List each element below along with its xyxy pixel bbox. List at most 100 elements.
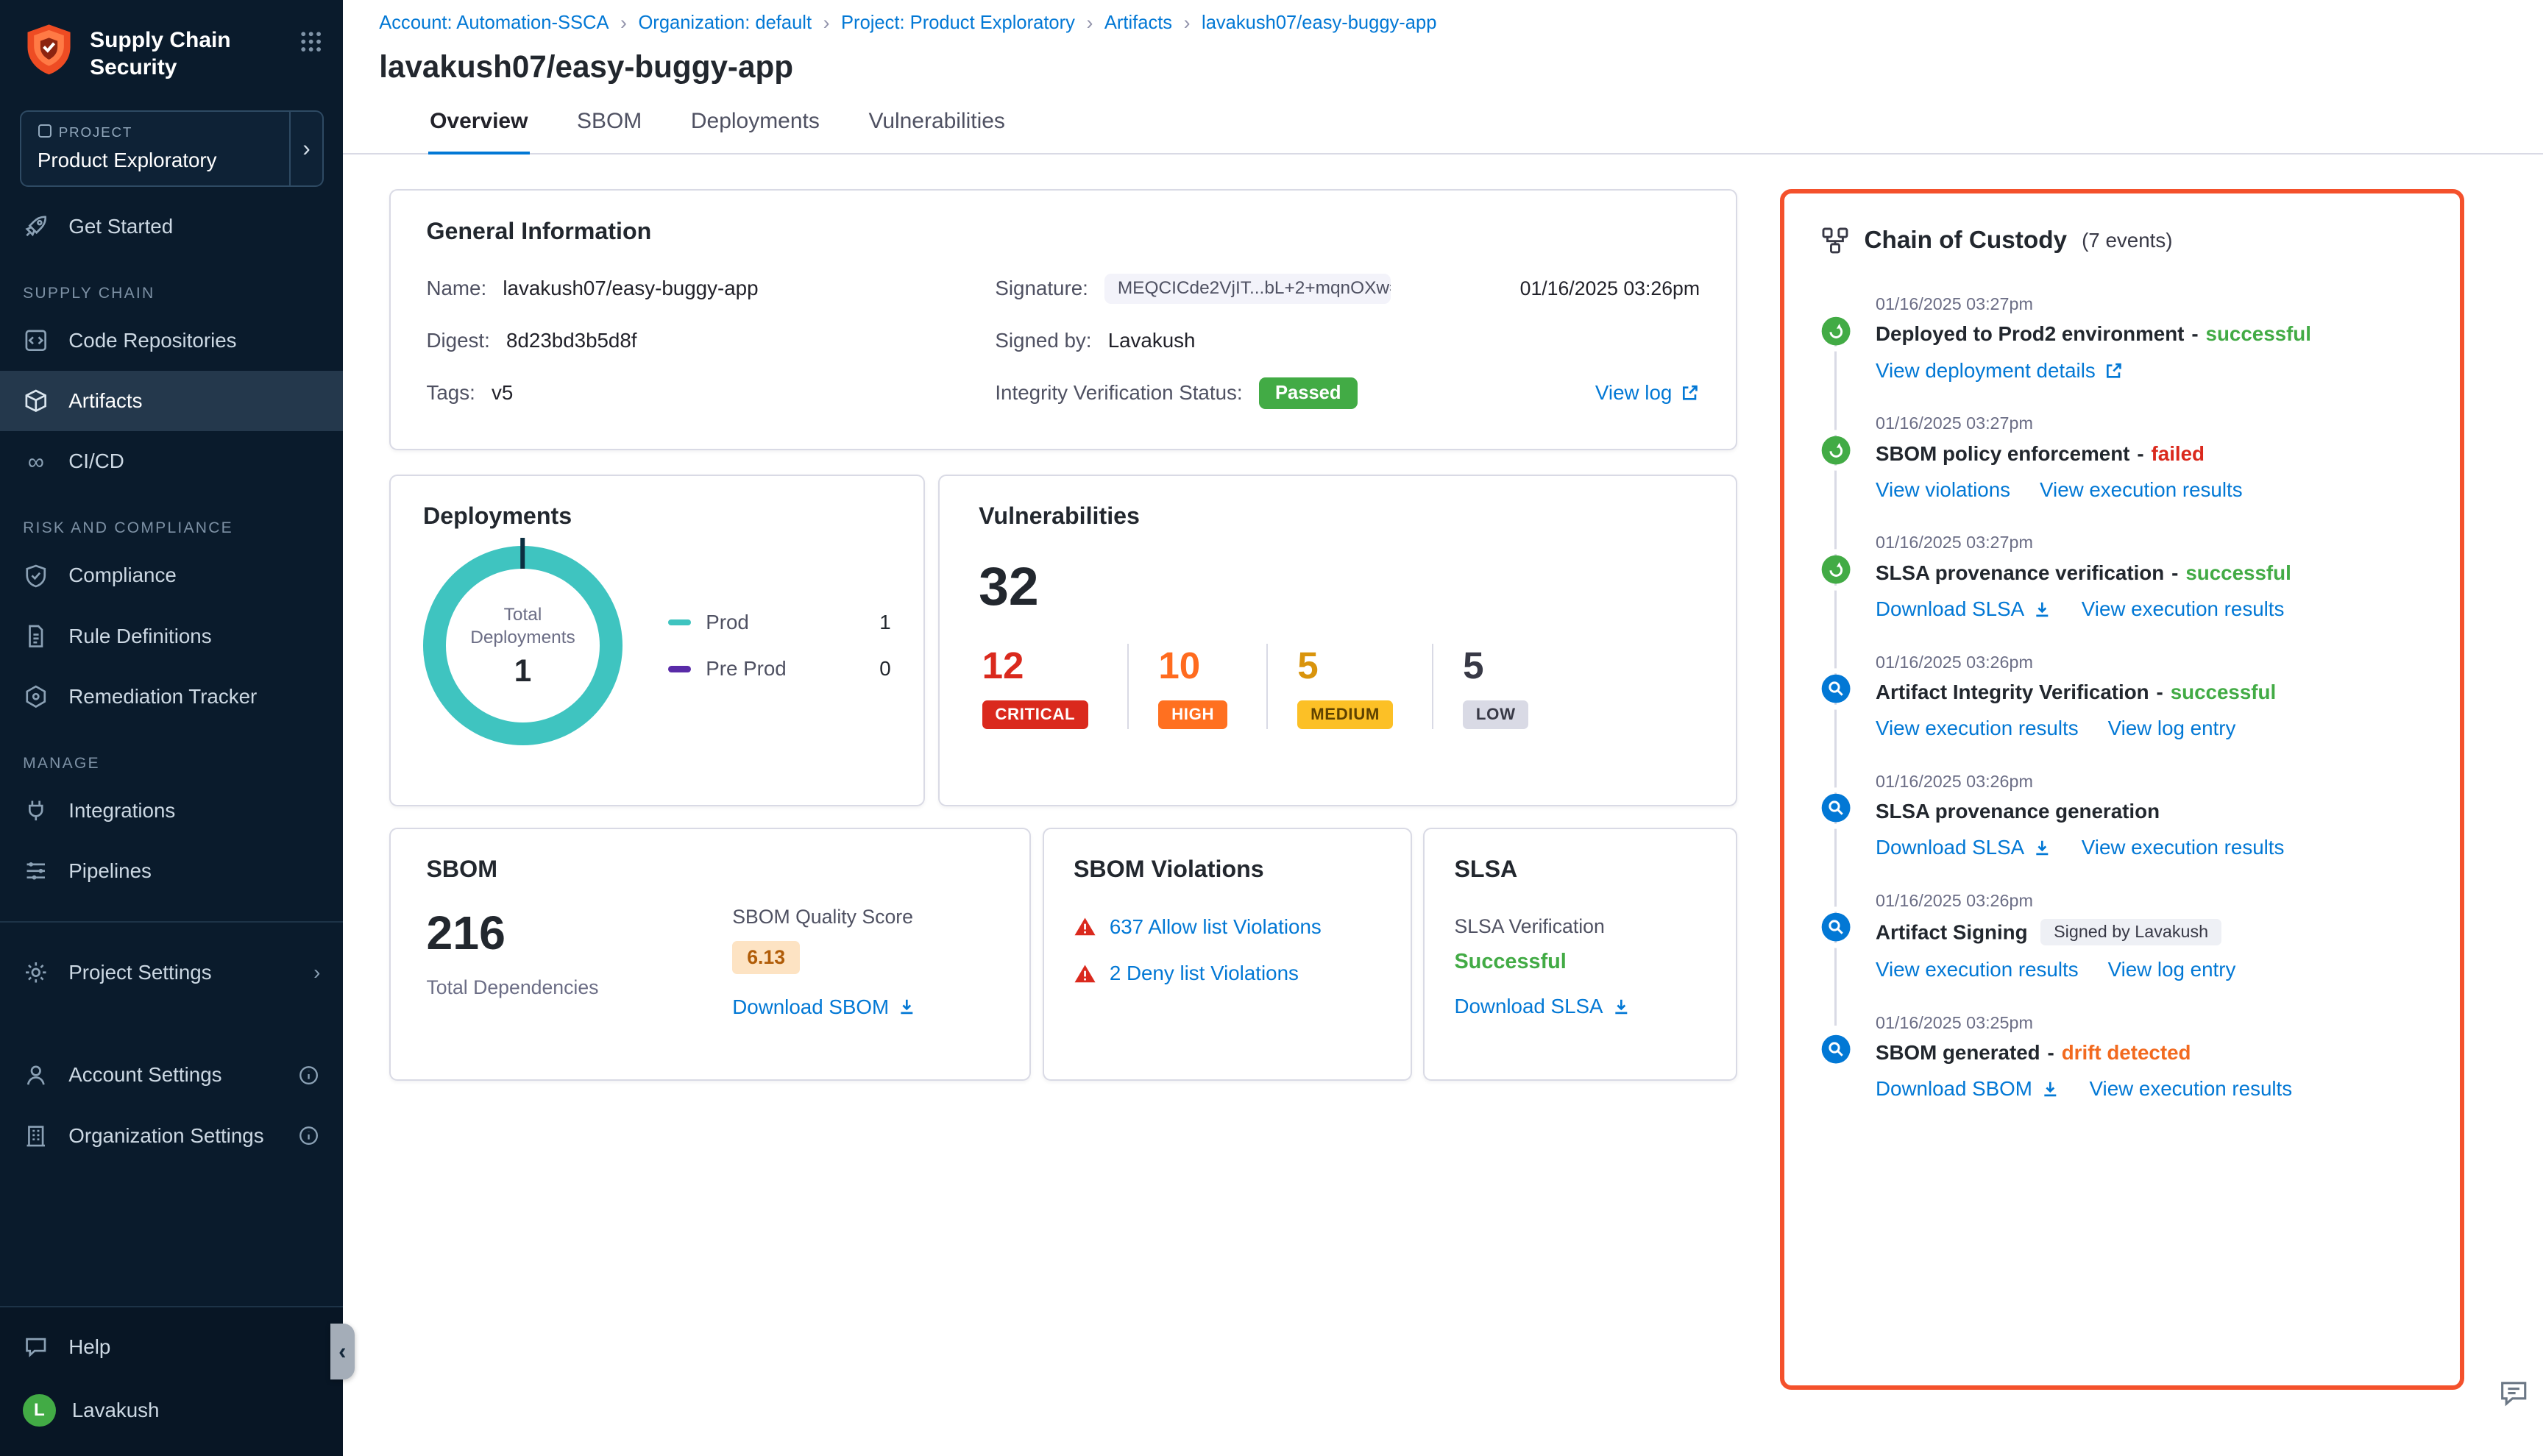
sidebar-item-label: Organization Settings (68, 1124, 263, 1148)
medium-badge: MEDIUM (1297, 700, 1393, 729)
event-title: SLSA provenance generation (1876, 800, 2160, 823)
event-separator: - (2151, 681, 2169, 703)
app-title: Supply Chain Security (90, 23, 284, 81)
sidebar-item-label: Artifacts (68, 389, 142, 413)
view-execution-results-link[interactable]: View execution results (2090, 1077, 2293, 1101)
download-slsa-link[interactable]: Download SLSA (1454, 995, 1631, 1018)
tab-deployments[interactable]: Deployments (689, 109, 821, 153)
section-risk-compliance: RISK AND COMPLIANCE (23, 519, 320, 537)
view-log-entry-link[interactable]: View log entry (2108, 958, 2236, 981)
sidebar-item-project-settings[interactable]: Project Settings › (0, 942, 343, 1003)
feedback-chat-icon[interactable] (2497, 1377, 2530, 1410)
breadcrumb-organization[interactable]: Organization: default (638, 13, 812, 34)
event-title: SBOM generated (1876, 1041, 2040, 1064)
account-person-icon (23, 1062, 49, 1089)
event-timestamp: 01/16/2025 03:27pm (1876, 533, 2424, 553)
breadcrumb-current-artifact[interactable]: lavakush07/easy-buggy-app (1202, 13, 1436, 34)
user-avatar: L (23, 1394, 55, 1427)
section-manage: MANAGE (23, 755, 320, 773)
signature-value-chip[interactable]: MEQCICde2VjIT...bL+2+mqnOXw== (1104, 274, 1391, 304)
sidebar-item-code-repositories[interactable]: Code Repositories (0, 310, 343, 371)
link-label: Download SLSA (1876, 836, 2024, 859)
gear-icon (23, 959, 49, 986)
sidebar-item-remediation-tracker[interactable]: Remediation Tracker (0, 667, 343, 727)
sidebar-item-organization-settings[interactable]: Organization Settings (0, 1106, 343, 1166)
sidebar-item-integrations[interactable]: Integrations (0, 781, 343, 841)
critical-badge: CRITICAL (982, 700, 1088, 729)
tab-bar: Overview SBOM Deployments Vulnerabilitie… (343, 109, 2542, 155)
view-execution-results-link[interactable]: View execution results (1876, 958, 2079, 981)
tab-vulnerabilities[interactable]: Vulnerabilities (867, 109, 1007, 153)
link-label: Download SBOM (1876, 1077, 2032, 1101)
breadcrumb-separator: › (1086, 12, 1093, 35)
view-execution-results-link[interactable]: View execution results (2040, 478, 2243, 502)
app-logo-shield-icon[interactable] (23, 23, 75, 79)
download-sbom-label: Download SBOM (732, 995, 889, 1019)
custody-event-deployed: 01/16/2025 03:27pm Deployed to Prod2 env… (1820, 294, 2425, 383)
slsa-title: SLSA (1454, 856, 1706, 883)
low-badge: LOW (1463, 700, 1528, 729)
view-execution-results-link[interactable]: View execution results (2082, 597, 2285, 621)
pipeline-stage-icon (1820, 435, 1851, 466)
info-circle-icon[interactable] (297, 1064, 320, 1087)
event-separator: - (2132, 442, 2150, 465)
page-title: lavakush07/easy-buggy-app (343, 35, 2542, 85)
view-execution-results-link[interactable]: View execution results (1876, 717, 2079, 740)
sbom-total-label: Total Dependencies (426, 976, 598, 999)
download-slsa-link[interactable]: Download SLSA (1876, 597, 2052, 621)
allow-list-violations-link[interactable]: 637 Allow list Violations (1110, 915, 1322, 939)
general-information-title: General Information (426, 218, 1700, 245)
sidebar-item-cicd[interactable]: ∞ CI/CD (0, 431, 343, 491)
scan-activity-icon (1820, 1034, 1851, 1065)
sidebar-item-rule-definitions[interactable]: Rule Definitions (0, 606, 343, 666)
user-menu[interactable]: L Lavakush (0, 1377, 343, 1443)
sidebar-item-artifacts[interactable]: Artifacts (0, 371, 343, 431)
view-deployment-details-link[interactable]: View deployment details (1876, 359, 2123, 383)
view-log-entry-link[interactable]: View log entry (2108, 717, 2236, 740)
sidebar-item-account-settings[interactable]: Account Settings (0, 1045, 343, 1105)
download-sbom-link[interactable]: Download SBOM (1876, 1077, 2060, 1101)
download-icon (2032, 838, 2052, 858)
sbom-violations-card: SBOM Violations 637 Allow list Violation… (1043, 828, 1412, 1081)
scan-activity-icon (1820, 673, 1851, 704)
breadcrumb-account[interactable]: Account: Automation-SSCA (379, 13, 609, 34)
donut-total-value: 1 (514, 653, 531, 689)
sidebar-item-label: Project Settings (68, 961, 211, 984)
view-execution-results-link[interactable]: View execution results (2082, 836, 2285, 859)
view-violations-link[interactable]: View violations (1876, 478, 2010, 502)
sidebar-item-compliance[interactable]: Compliance (0, 545, 343, 606)
custody-event-artifact-signing: 01/16/2025 03:26pm Artifact SigningSigne… (1820, 891, 2425, 982)
deny-list-violations-link[interactable]: 2 Deny list Violations (1110, 962, 1299, 985)
severity-stat-high: 10 HIGH (1127, 644, 1266, 729)
sidebar-item-pipelines[interactable]: Pipelines (0, 841, 343, 901)
info-circle-icon[interactable] (297, 1124, 320, 1147)
pipeline-stage-icon (1820, 316, 1851, 347)
custody-event-slsa-generation: 01/16/2025 03:26pm SLSA provenance gener… (1820, 772, 2425, 860)
tab-overview[interactable]: Overview (428, 109, 530, 155)
sidebar-item-label: Pipelines (68, 859, 152, 883)
event-title: SBOM policy enforcement (1876, 442, 2129, 465)
sidebar-item-label: Rule Definitions (68, 625, 211, 648)
vulnerabilities-title: Vulnerabilities (979, 503, 1696, 530)
donut-center-label: Total Deployments (461, 603, 585, 650)
event-timestamp: 01/16/2025 03:27pm (1876, 413, 2424, 433)
download-sbom-link[interactable]: Download SBOM (732, 995, 917, 1019)
tab-sbom[interactable]: SBOM (575, 109, 644, 153)
breadcrumb-artifacts[interactable]: Artifacts (1104, 13, 1172, 34)
view-log-link[interactable]: View log (1595, 381, 1700, 405)
event-title: Artifact Integrity Verification (1876, 681, 2149, 703)
sidebar-item-help[interactable]: Help (0, 1317, 343, 1377)
sidebar-item-get-started[interactable]: Get Started (0, 196, 343, 257)
project-selector[interactable]: PROJECT Product Exploratory › (20, 110, 324, 186)
download-slsa-link[interactable]: Download SLSA (1876, 836, 2052, 859)
event-title: Deployed to Prod2 environment (1876, 322, 2184, 345)
deployments-title: Deployments (423, 503, 891, 530)
help-chat-icon (23, 1334, 49, 1360)
event-title: SLSA provenance verification (1876, 561, 2164, 584)
link-label: View deployment details (1876, 359, 2096, 383)
breadcrumb-project[interactable]: Project: Product Exploratory (841, 13, 1075, 34)
module-grid-icon[interactable] (299, 23, 323, 60)
integrations-plug-icon (23, 798, 49, 824)
critical-count: 12 (982, 644, 1088, 687)
sidebar-collapse-handle[interactable]: ‹ (330, 1324, 355, 1379)
